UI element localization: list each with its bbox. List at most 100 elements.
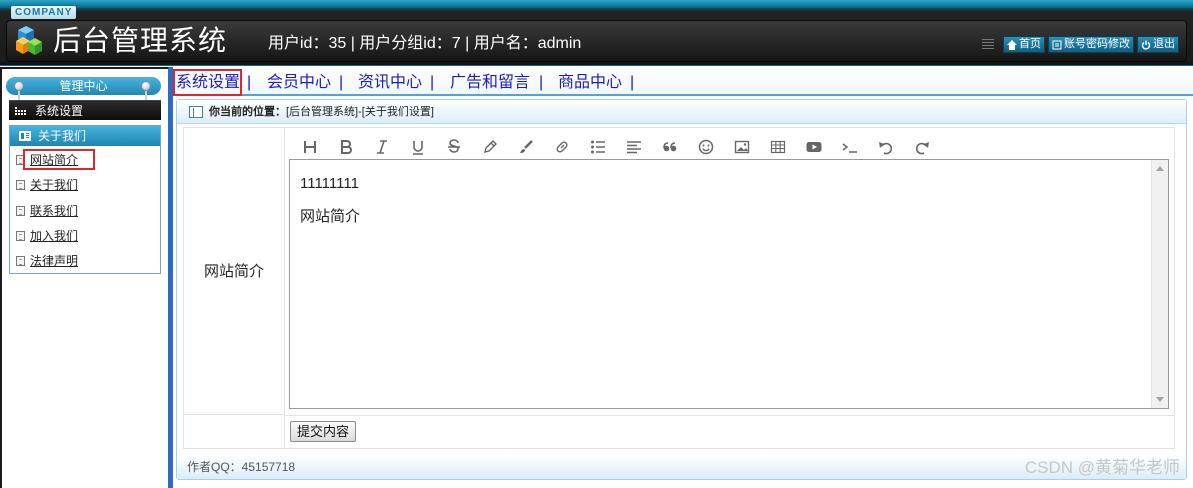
sidebar-section-system[interactable]: 系统设置 <box>9 100 161 120</box>
content-frame: 你当前的位置：[后台管理系统]-[关于我们设置] 网站简介 11111111 网… <box>176 99 1187 480</box>
code-icon <box>842 143 857 153</box>
italic-icon <box>377 140 387 154</box>
pencil-icon <box>484 140 497 153</box>
home-icon <box>1007 39 1017 50</box>
home-button[interactable]: 首页 <box>1003 36 1045 53</box>
pencil-button[interactable] <box>472 136 508 158</box>
app-title: 后台管理系统 <box>53 24 228 57</box>
logout-label: 退出 <box>1153 38 1175 50</box>
link-button[interactable] <box>544 136 580 158</box>
watermark: CSDN @黄菊华老师 <box>1024 458 1180 477</box>
image-icon <box>734 140 750 154</box>
italic-button[interactable] <box>364 136 400 158</box>
table-icon <box>770 140 786 154</box>
emoji-button[interactable] <box>688 136 724 158</box>
quote-icon <box>663 142 677 152</box>
header-actions: 首页 账号密码修改 退出 <box>982 36 1179 53</box>
bullet-list-button[interactable] <box>580 136 616 158</box>
breadcrumb-label: 你当前的位置： <box>209 106 286 118</box>
quote-button[interactable] <box>652 136 688 158</box>
breadcrumb: 你当前的位置：[后台管理系统]-[关于我们设置] <box>177 100 1186 124</box>
code-button[interactable] <box>832 136 868 158</box>
logout-button[interactable]: 退出 <box>1137 36 1179 53</box>
image-button[interactable] <box>724 136 760 158</box>
undo-button[interactable] <box>868 136 904 158</box>
nav-separator: | <box>630 74 635 91</box>
scroll-up-icon[interactable] <box>1156 166 1164 171</box>
home-button-label: 首页 <box>1019 38 1041 50</box>
tab-product-center[interactable]: 商品中心 <box>558 73 622 93</box>
redo-icon <box>915 142 929 155</box>
nav-separator: | <box>247 74 252 91</box>
breadcrumb-path: [后台管理系统]-[关于我们设置] <box>286 106 434 118</box>
bold-icon <box>341 140 352 154</box>
rich-text-editor[interactable]: 11111111 网站简介 <box>289 159 1169 409</box>
row-divider <box>285 415 1174 416</box>
sidebar-item-label: 网站简介 <box>30 153 79 167</box>
redo-button[interactable] <box>904 136 940 158</box>
document-icon <box>16 231 25 241</box>
change-password-button[interactable]: 账号密码修改 <box>1048 36 1134 53</box>
power-icon <box>1141 40 1151 50</box>
heading-icon <box>304 141 316 153</box>
editor-paragraph: 网站简介 <box>300 208 361 225</box>
sidebar-item-legal[interactable]: 法律声明 <box>14 253 78 269</box>
list-icon <box>1052 40 1062 49</box>
sidebar-group-about: 关于我们 <box>9 125 161 274</box>
sidebar-item-contact-us[interactable]: 联系我们 <box>14 203 78 219</box>
undo-icon <box>879 142 893 155</box>
change-password-label: 账号密码修改 <box>1064 38 1130 50</box>
panel-icon <box>189 106 203 118</box>
sidebar-item-label: 联系我们 <box>30 204 79 218</box>
tab-system-settings[interactable]: 系统设置 <box>176 73 240 93</box>
book-icon <box>19 131 31 141</box>
sidebar-section-label: 系统设置 <box>35 104 84 118</box>
sidebar-group-label: 关于我们 <box>38 129 87 143</box>
sidebar-item-about-us[interactable]: 关于我们 <box>14 177 78 193</box>
tab-ads-messages[interactable]: 广告和留言 <box>450 73 530 93</box>
tab-member-center[interactable]: 会员中心 <box>267 73 331 93</box>
bullet-list-icon <box>591 140 605 154</box>
document-icon <box>16 155 25 165</box>
form-cell-empty <box>184 415 285 448</box>
editor-paragraph: 11111111 <box>300 175 359 192</box>
grip-icon <box>982 38 994 51</box>
sidebar-item-label: 加入我们 <box>30 229 79 243</box>
strikethrough-icon <box>448 139 460 153</box>
emoji-icon <box>698 139 714 155</box>
sidebar-item-join-us[interactable]: 加入我们 <box>14 228 78 244</box>
tab-news-center[interactable]: 资讯中心 <box>358 73 422 93</box>
video-button[interactable] <box>796 136 832 158</box>
align-button[interactable] <box>616 136 652 158</box>
nav-separator: | <box>539 74 544 91</box>
nav-separator: | <box>430 74 435 91</box>
editor-scrollbar[interactable] <box>1151 160 1168 408</box>
form-table: 网站简介 11111111 网站简介 提交内容 <box>183 127 1175 449</box>
document-icon <box>16 256 25 266</box>
nav-separator: | <box>339 74 344 91</box>
sidebar-item-site-intro[interactable]: 网站简介 <box>14 152 78 168</box>
heading-button[interactable] <box>292 136 328 158</box>
document-icon <box>16 206 25 216</box>
grid-icon <box>15 107 26 115</box>
link-icon <box>556 141 568 153</box>
editor-toolbar <box>292 134 940 160</box>
app-header: COMPANY 后台管理系统 用户id：35 | 用户分组id：7 | 用户名：… <box>0 0 1193 66</box>
brush-button[interactable] <box>508 136 544 158</box>
submit-button[interactable]: 提交内容 <box>290 421 357 442</box>
logo-cubes-icon <box>16 26 42 55</box>
brush-icon <box>520 140 533 153</box>
underline-button[interactable] <box>400 136 436 158</box>
underline-icon <box>413 141 423 155</box>
table-button[interactable] <box>760 136 796 158</box>
bold-button[interactable] <box>328 136 364 158</box>
strikethrough-button[interactable] <box>436 136 472 158</box>
field-label: 网站简介 <box>184 128 285 415</box>
sidebar-title: 管理中心 <box>6 77 161 95</box>
sidebar-rail <box>168 67 173 488</box>
sidebar-group-header[interactable]: 关于我们 <box>10 126 160 146</box>
company-badge: COMPANY <box>11 6 77 19</box>
align-icon <box>627 141 641 154</box>
scroll-down-icon[interactable] <box>1156 397 1164 402</box>
top-nav: 系统设置 | 会员中心 | 资讯中心 | 广告和留言 | 商品中心 | <box>173 67 1193 96</box>
